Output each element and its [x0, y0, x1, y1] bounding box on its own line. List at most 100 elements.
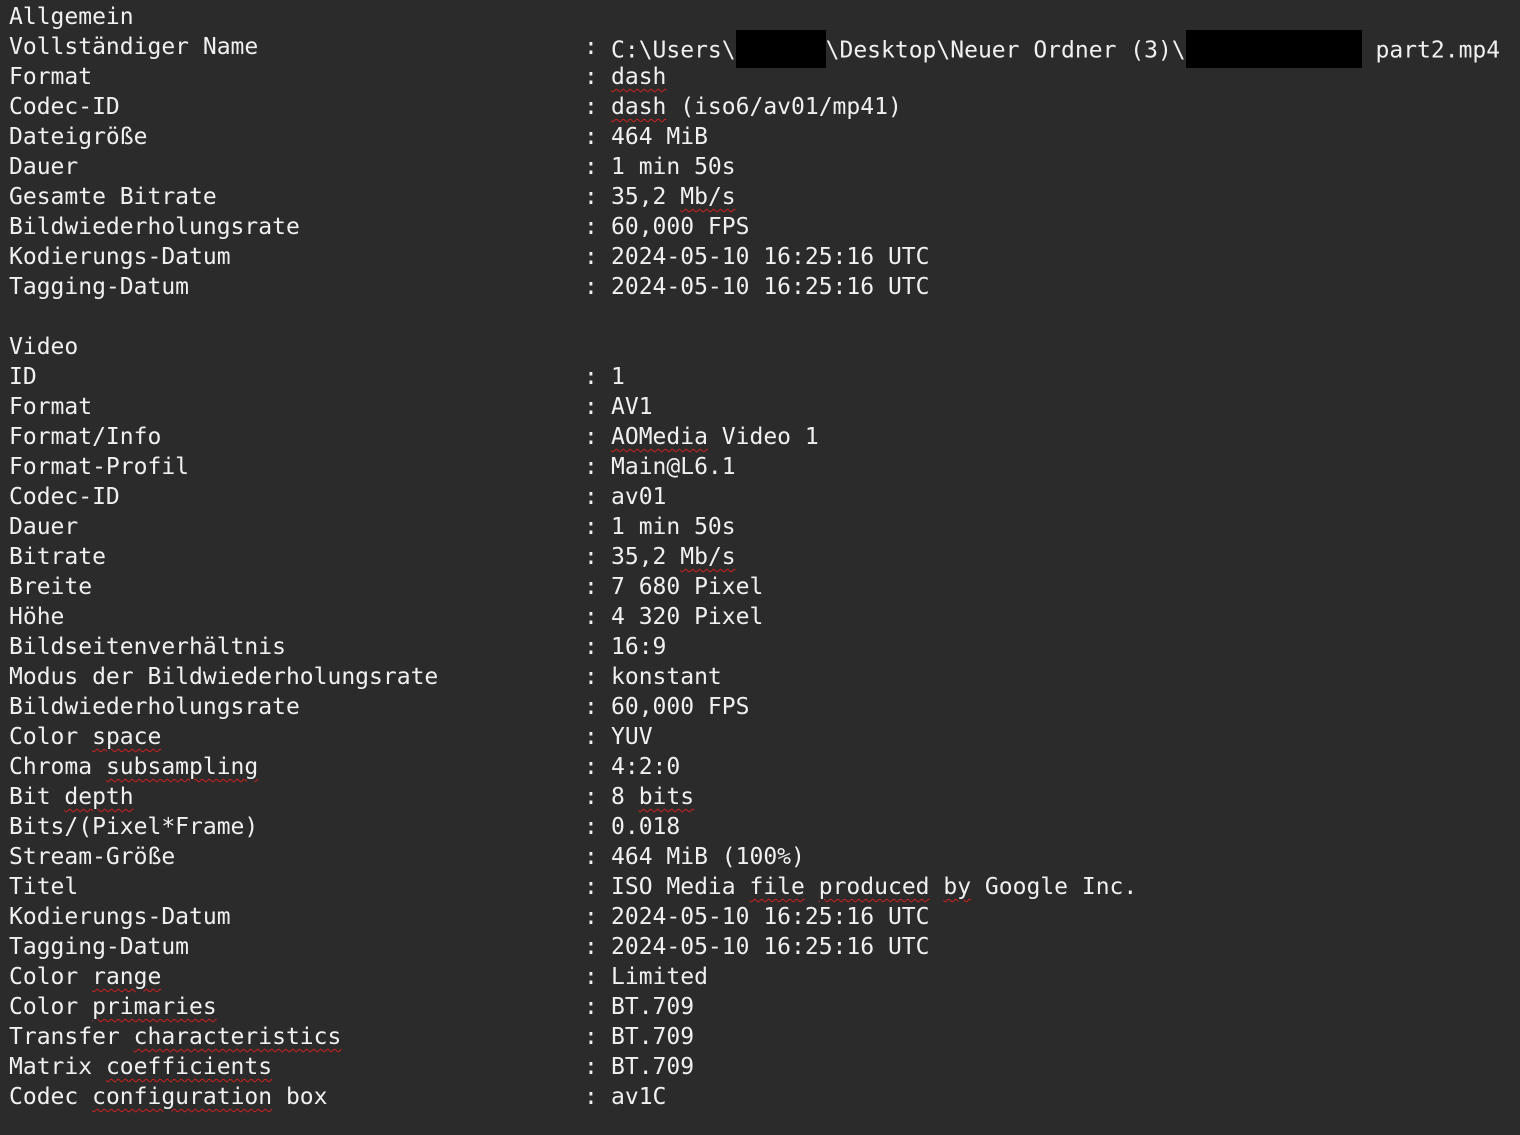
info-row-transfer-characteristics: Transfer characteristics : BT.709: [9, 1022, 1514, 1052]
info-row-video-tagged-date: Tagging-Datum : 2024-05-10 16:25:16 UTC: [9, 932, 1514, 962]
info-label: Color space: [9, 722, 161, 752]
value-text: [805, 874, 819, 900]
value-text: ISO Media: [611, 874, 750, 900]
info-value: 60,000 FPS: [611, 694, 750, 720]
separator: :: [584, 544, 598, 570]
info-label: Format/Info: [9, 424, 162, 450]
info-row-video-encoded-date: Kodierungs-Datum : 2024-05-10 16:25:16 U…: [9, 902, 1514, 932]
info-row-file-size: Dateigröße : 464 MiB: [9, 122, 1514, 152]
info-row-format-profile: Format-Profil : Main@L6.1: [9, 452, 1514, 482]
separator: :: [584, 274, 598, 300]
info-row-duration: Dauer : 1 min 50s: [9, 152, 1514, 182]
info-row-color-space: Color space : YUV: [9, 722, 1514, 752]
info-label: Bildwiederholungsrate: [9, 214, 300, 240]
info-value: 8 bits: [611, 782, 694, 812]
spellcheck-word: space: [92, 724, 162, 750]
info-label: ID: [9, 364, 37, 390]
separator: :: [584, 934, 598, 960]
info-value: BT.709: [611, 1054, 695, 1080]
separator: :: [584, 964, 598, 990]
info-value: 16:9: [611, 634, 667, 660]
separator: :: [584, 604, 598, 630]
info-value: 35,2 Mb/s: [611, 542, 736, 572]
info-label: Bitrate: [9, 544, 106, 570]
info-label: Transfer characteristics: [9, 1022, 341, 1052]
separator: :: [584, 694, 598, 720]
info-label: Tagging-Datum: [9, 274, 190, 300]
info-row-video-codec-id: Codec-ID : av01: [9, 482, 1514, 512]
info-value: 2024-05-10 16:25:16 UTC: [611, 934, 930, 960]
spellcheck-word: AOMedia: [611, 424, 708, 450]
separator: :: [584, 64, 598, 90]
info-label: Titel: [9, 874, 79, 900]
info-label: Modus der Bildwiederholungsrate: [9, 664, 439, 690]
spellcheck-word: file: [749, 874, 805, 900]
separator: :: [584, 214, 598, 240]
separator: :: [584, 454, 598, 480]
info-value: ISO Media file produced by Google Inc.: [611, 872, 1137, 902]
path-suffix: part2.mp4: [1361, 37, 1501, 64]
separator: :: [584, 34, 598, 60]
info-row-frame-rate-mode: Modus der Bildwiederholungsrate : konsta…: [9, 662, 1514, 692]
info-row-frame-rate: Bildwiederholungsrate : 60,000 FPS: [9, 212, 1514, 242]
spellcheck-word: primaries: [92, 994, 217, 1020]
info-value: 35,2 Mb/s: [611, 182, 736, 212]
separator: :: [584, 844, 598, 870]
info-label: Format: [9, 394, 93, 420]
info-row-format-info: Format/Info : AOMedia Video 1: [9, 422, 1514, 452]
info-label: Bit depth: [9, 782, 134, 812]
info-row-full-name: Vollständiger Name : C:\Users\ \Desktop\N…: [9, 30, 1514, 68]
info-label: Codec configuration box: [9, 1082, 328, 1112]
info-label: Stream-Größe: [9, 844, 176, 870]
info-row-tagged-date: Tagging-Datum : 2024-05-10 16:25:16 UTC: [9, 272, 1514, 302]
separator: :: [584, 994, 598, 1020]
spellcheck-word: Mb/s: [680, 544, 736, 570]
info-label: Matrix coefficients: [9, 1052, 272, 1082]
info-value: 1 min 50s: [611, 154, 736, 180]
spellcheck-word: by: [943, 874, 972, 900]
info-value: 464 MiB: [611, 124, 708, 150]
info-row-format: Format : dash: [9, 62, 1514, 92]
separator: :: [584, 874, 598, 900]
info-value: 1 min 50s: [611, 514, 736, 540]
info-label: Color range: [9, 962, 161, 992]
separator: :: [584, 904, 598, 930]
separator: :: [584, 784, 598, 810]
info-row-video-duration: Dauer : 1 min 50s: [9, 512, 1514, 542]
separator: :: [584, 154, 598, 180]
info-row-id: ID : 1: [9, 362, 1514, 392]
info-value: av01: [611, 484, 667, 510]
separator: :: [584, 574, 598, 600]
info-label: Höhe: [9, 604, 65, 630]
spellcheck-word: subsampling: [105, 754, 259, 780]
info-row-matrix-coefficients: Matrix coefficients : BT.709: [9, 1052, 1514, 1082]
separator: :: [584, 1024, 598, 1050]
info-label: Chroma subsampling: [9, 752, 258, 782]
spellcheck-word: bits: [638, 784, 695, 810]
info-value: 7 680 Pixel: [611, 574, 764, 600]
info-value: BT.709: [611, 1024, 695, 1050]
info-row-bit-depth: Bit depth : 8 bits: [9, 782, 1514, 812]
info-row-aspect-ratio: Bildseitenverhältnis : 16:9: [9, 632, 1514, 662]
info-value: 4:2:0: [611, 754, 681, 780]
info-row-color-primaries: Color primaries : BT.709: [9, 992, 1514, 1022]
info-label: Codec-ID: [9, 94, 120, 120]
info-label: Color primaries: [9, 992, 217, 1022]
spellcheck-word: dash: [611, 64, 667, 90]
separator: :: [584, 124, 598, 150]
info-row-codec-config-box: Codec configuration box : av1C: [9, 1082, 1514, 1112]
info-value: YUV: [611, 724, 653, 750]
info-row-bitrate: Bitrate : 35,2 Mb/s: [9, 542, 1514, 572]
info-label: Format: [9, 64, 93, 90]
section-heading-general: Allgemein: [9, 2, 1514, 32]
path-middle: \Desktop\Neuer Ordner (3)\: [825, 37, 1186, 64]
value-text: [930, 874, 944, 900]
separator: :: [584, 1054, 598, 1080]
separator: :: [584, 514, 598, 540]
spellcheck-word: coefficients: [105, 1054, 273, 1080]
info-label: Dateigröße: [9, 124, 148, 150]
spellcheck-word: characteristics: [133, 1024, 342, 1050]
info-row-bits-pixel-frame: Bits/(Pixel*Frame) : 0.018: [9, 812, 1514, 842]
mediainfo-text-output: Allgemein Vollständiger Name : C:\Users\…: [0, 0, 1520, 1135]
separator: :: [584, 184, 598, 210]
